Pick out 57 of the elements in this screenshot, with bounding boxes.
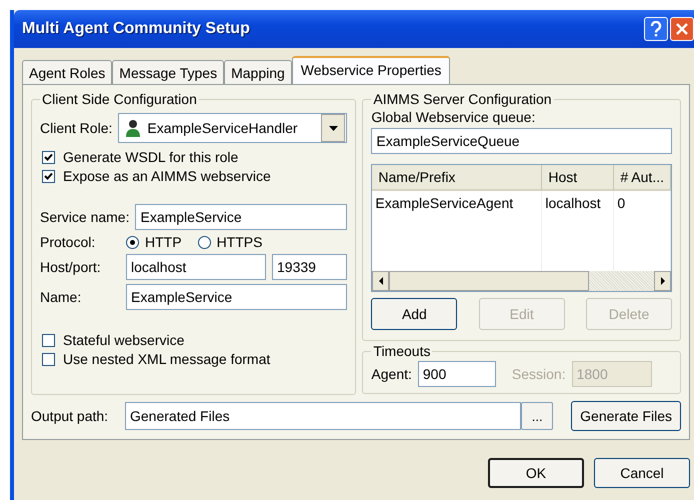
left-arrow-icon: [378, 277, 383, 285]
checkbox[interactable]: [42, 150, 55, 164]
close-button[interactable]: [670, 17, 694, 41]
right-arrow-icon: [660, 277, 664, 285]
question-mark-icon: [650, 21, 662, 37]
checkbox-label: Expose as an AIMMS webservice: [63, 168, 271, 184]
field-label: Client Role:: [40, 120, 112, 136]
service-name-field[interactable]: ExampleService: [135, 204, 348, 230]
group-title: AIMMS Server Configuration: [372, 91, 553, 107]
close-icon: [676, 23, 688, 35]
field-label: Name:: [40, 289, 82, 305]
radio-label: HTTPS: [216, 234, 262, 250]
field-label: Session:: [512, 366, 566, 382]
scroll-thumb[interactable]: [389, 271, 590, 291]
field-label: Service name:: [40, 209, 130, 225]
dialog-button[interactable]: Cancel: [594, 458, 690, 488]
generate-files-button[interactable]: Generate Files: [571, 401, 681, 431]
client-role-dropdown[interactable]: ExampleServiceHandler: [118, 113, 348, 143]
field-label: Global Webservice queue:: [371, 109, 536, 125]
tab[interactable]: Agent Roles: [22, 60, 112, 84]
scroll-right-button[interactable]: [654, 271, 671, 291]
agent-timeout-field[interactable]: 900: [418, 361, 496, 387]
queue-field[interactable]: ExampleServiceQueue: [371, 128, 672, 154]
checkbox[interactable]: [42, 352, 55, 366]
checkbox[interactable]: [42, 334, 55, 346]
group-title: Timeouts: [372, 343, 432, 359]
horizontal-scrollbar[interactable]: [372, 271, 671, 291]
radio-button[interactable]: [126, 236, 139, 248]
field-label: Protocol:: [40, 234, 96, 250]
radio-label: HTTP: [145, 234, 182, 250]
checkbox-label: Stateful webservice: [63, 332, 184, 348]
scroll-left-button[interactable]: [372, 271, 390, 291]
field-label: Agent:: [371, 366, 412, 382]
name-field[interactable]: ExampleService: [126, 284, 348, 310]
column-header[interactable]: Name/Prefix: [372, 165, 542, 191]
tab[interactable]: Mapping: [224, 60, 292, 84]
column-header[interactable]: Host: [542, 165, 614, 191]
field-label: Host/port:: [40, 259, 102, 275]
field-label: Output path:: [31, 408, 110, 424]
help-button[interactable]: [644, 17, 668, 41]
browse-button[interactable]: ...: [521, 402, 554, 430]
person-icon: [125, 119, 142, 137]
checkbox[interactable]: [42, 170, 55, 182]
tab[interactable]: Webservice Properties: [292, 56, 450, 84]
group-title: Client Side Configuration: [41, 91, 198, 107]
port-field[interactable]: 19339: [272, 254, 348, 280]
dropdown-arrow-icon: [328, 126, 338, 130]
window-title: Multi Agent Community Setup: [22, 20, 251, 38]
output-path-field[interactable]: Generated Files: [125, 402, 522, 430]
tab[interactable]: Message Types: [112, 60, 224, 84]
dialog-button[interactable]: OK: [488, 458, 584, 488]
checkbox-label: Generate WSDL for this role: [63, 149, 238, 165]
column-header[interactable]: # Aut...: [614, 165, 671, 191]
host-field[interactable]: localhost: [126, 254, 266, 280]
checkbox-label: Use nested XML message format: [63, 351, 270, 367]
table-action-button[interactable]: Add: [371, 298, 458, 330]
radio-button[interactable]: [198, 236, 211, 248]
